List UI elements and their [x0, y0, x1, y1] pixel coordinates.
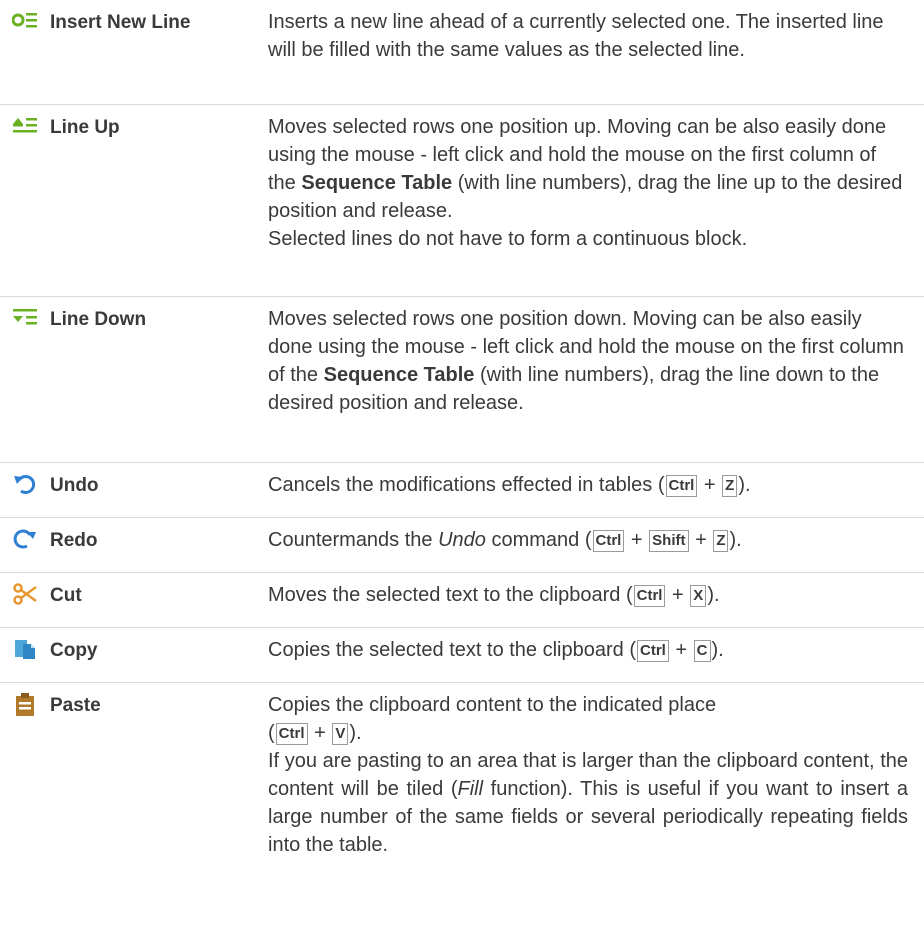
command-description: Cancels the modifications effected in ta… [268, 463, 924, 517]
command-name: Line Down [50, 309, 147, 330]
command-name: Line Up [50, 117, 120, 138]
description-text-part: Cancels the modifications effected in ta… [268, 474, 665, 496]
icon-cell [0, 573, 40, 627]
keyboard-key: Z [722, 475, 738, 497]
keyboard-key: Ctrl [633, 585, 666, 607]
icon-cell [0, 628, 40, 682]
keyboard-key: Ctrl [592, 530, 625, 552]
line-down-icon [12, 307, 38, 462]
table-row: Undo Cancels the modifications effected … [0, 463, 924, 518]
key-separator: + [672, 584, 684, 606]
description-text-part: Countermands the [268, 529, 439, 551]
description-text-part: ). [711, 639, 724, 661]
table-row: Line Up Moves selected rows one position… [0, 105, 924, 297]
description-text: Inserts a new line ahead of a currently … [268, 11, 884, 61]
icon-cell [0, 683, 40, 922]
icon-cell [0, 518, 40, 572]
command-description: Inserts a new line ahead of a currently … [268, 0, 924, 104]
description-text-part: ). [707, 584, 720, 606]
keyboard-key: V [332, 723, 349, 745]
key-separator: + [675, 639, 688, 661]
description-note: Selected lines do not have to form a con… [268, 228, 748, 250]
fill-term: Fill [457, 778, 484, 800]
description-text: Moves selected rows one position up. Mov… [268, 113, 908, 225]
description-text-part: ( [268, 722, 275, 744]
icon-cell [0, 105, 40, 296]
description-text: Cancels the modifications effected in ta… [268, 471, 908, 499]
keyboard-key: Ctrl [275, 723, 308, 745]
scissors-icon [13, 583, 37, 627]
keyboard-key: Z [713, 530, 729, 552]
insert-new-line-icon [12, 10, 38, 104]
key-separator: + [703, 474, 716, 496]
command-name: Undo [50, 475, 99, 496]
description-text-part: command ( [485, 529, 592, 551]
key-separator: + [695, 529, 707, 551]
command-description: Copies the clipboard content to the indi… [268, 683, 924, 922]
keyboard-key: Ctrl [637, 640, 669, 662]
icon-cell [0, 0, 40, 104]
command-description: Moves selected rows one position down. M… [268, 297, 924, 462]
description-text: (Ctrl + V). [268, 719, 908, 747]
table-row: Copy Copies the selected text to the cli… [0, 628, 924, 683]
command-description: Moves selected rows one position up. Mov… [268, 105, 924, 296]
table-row: Redo Countermands the Undo command (Ctrl… [0, 518, 924, 573]
sequence-table-term: Sequence Table [323, 364, 475, 386]
description-text-part: Moves the selected text to the clipboard… [268, 584, 633, 606]
command-description: Copies the selected text to the clipboar… [268, 628, 924, 682]
command-description: Moves the selected text to the clipboard… [268, 573, 924, 627]
keyboard-key: Ctrl [665, 475, 698, 497]
description-text-part: ). [349, 722, 362, 744]
key-separator: + [314, 722, 326, 744]
key-separator: + [630, 529, 643, 551]
clipboard-icon [14, 693, 36, 922]
description-text: Countermands the Undo command (Ctrl + Sh… [268, 526, 908, 554]
description-text: Copies the selected text to the clipboar… [268, 636, 908, 664]
command-name: Insert New Line [50, 12, 191, 33]
description-text-part: ). [738, 474, 751, 496]
command-name: Copy [50, 640, 98, 661]
description-text-part: Copies the selected text to the clipboar… [268, 639, 636, 661]
line-up-icon [12, 115, 38, 296]
table-row: Paste Copies the clipboard content to th… [0, 683, 924, 922]
sequence-table-term: Sequence Table [301, 172, 453, 194]
description-text: Moves the selected text to the clipboard… [268, 581, 908, 609]
command-name: Cut [50, 585, 82, 606]
table-row: Line Down Moves selected rows one positi… [0, 297, 924, 463]
redo-icon [13, 528, 37, 572]
table-row: Insert New Line Inserts a new line ahead… [0, 0, 924, 105]
command-name: Redo [50, 530, 98, 551]
keyboard-key: C [693, 640, 711, 662]
description-text: Copies the clipboard content to the indi… [268, 694, 717, 716]
command-table: Insert New Line Inserts a new line ahead… [0, 0, 924, 922]
description-text: Moves selected rows one position down. M… [268, 305, 908, 417]
command-name: Paste [50, 695, 101, 716]
command-description: Countermands the Undo command (Ctrl + Sh… [268, 518, 924, 572]
keyboard-key: Shift [649, 530, 689, 552]
keyboard-key: X [690, 585, 707, 607]
undo-icon [13, 473, 37, 517]
icon-cell [0, 463, 40, 517]
table-row: Cut Moves the selected text to the clipb… [0, 573, 924, 628]
icon-cell [0, 297, 40, 462]
description-text-part: ). [729, 529, 742, 551]
undo-term: Undo [438, 529, 486, 551]
copy-icon [13, 638, 37, 682]
description-text: If you are pasting to an area that is la… [268, 747, 908, 859]
